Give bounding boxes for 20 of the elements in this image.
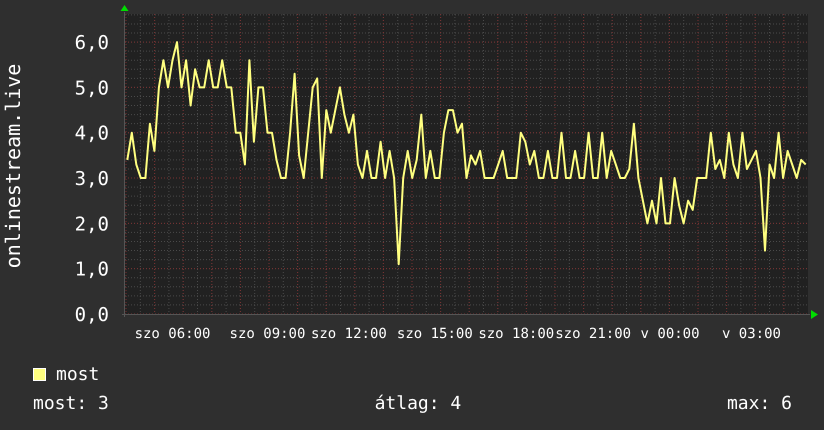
stat-text: max: 6 [726, 393, 792, 414]
x-tick-label: szo 12:00 [310, 326, 387, 342]
x-tick-label: v 00:00 [640, 326, 700, 342]
y-tick-label: 1,0 [74, 258, 109, 281]
y-tick-label: 0,0 [74, 304, 109, 326]
x-tick-label: szo 18:00 [478, 326, 554, 342]
stat-text: átlag: 4 [374, 393, 462, 414]
legend-label: most [56, 364, 100, 385]
x-tick-label: szo 09:00 [230, 326, 306, 342]
y-tick-label: 2,0 [74, 213, 109, 236]
y-tick-label: 5,0 [74, 77, 109, 100]
y-axis-title: onlinestream.live [1, 64, 25, 268]
y-tick-label: 4,0 [74, 122, 109, 145]
y-tick-label: 6,0 [74, 32, 109, 54]
x-tick-label: v 03:00 [722, 326, 781, 342]
x-tick-label: szo 15:00 [396, 326, 473, 342]
stat-text: most: 3 [33, 393, 109, 414]
x-tick-label: szo 06:00 [134, 326, 210, 342]
x-tick-label: szo 21:00 [555, 326, 632, 342]
y-tick-label: 3,0 [74, 168, 109, 190]
